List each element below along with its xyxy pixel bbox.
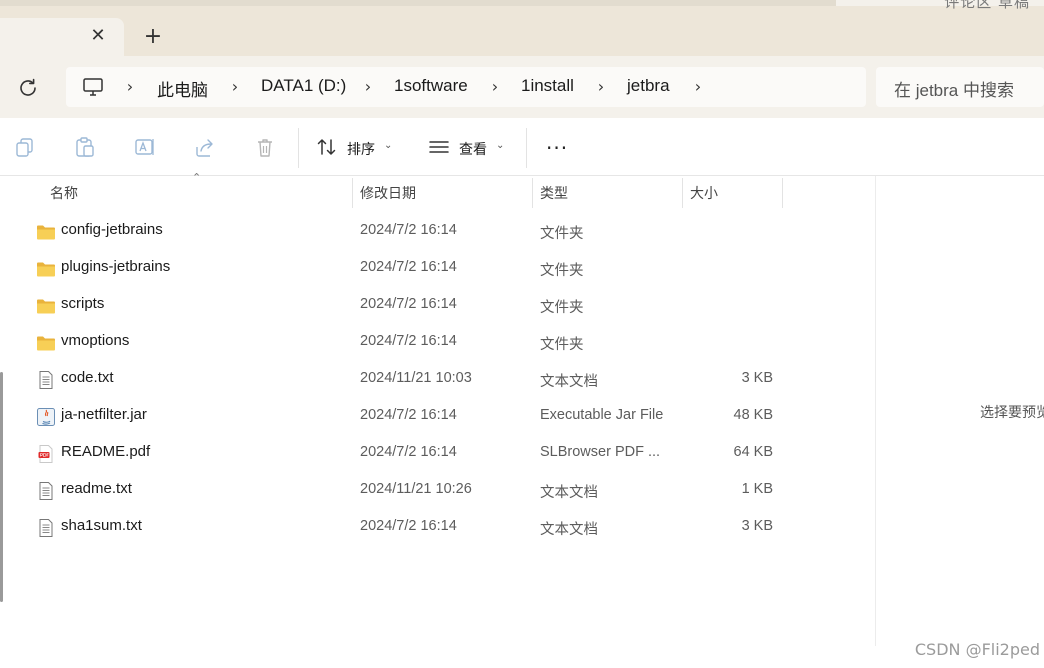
preview-pane-divider[interactable] xyxy=(875,176,876,646)
this-pc-icon[interactable] xyxy=(82,76,104,98)
file-type: Executable Jar File xyxy=(540,407,664,423)
breadcrumb-chevron-icon[interactable]: › xyxy=(362,77,374,96)
refresh-icon[interactable] xyxy=(16,76,40,100)
delete-icon[interactable] xyxy=(254,136,276,158)
file-explorer-window: 评论区 草稿 ✕ + › 此电脑 › DATA1 (D:) › 1softwar… xyxy=(0,0,1044,668)
list-item[interactable]: README.pdf 2024/7/2 16:14 SLBrowser PDF … xyxy=(30,435,790,472)
close-tab-icon[interactable]: ✕ xyxy=(88,26,108,46)
file-type: 文件夹 xyxy=(540,337,584,353)
file-modified: 2024/7/2 16:14 xyxy=(360,333,457,349)
breadcrumb-chevron-icon[interactable]: › xyxy=(595,77,607,96)
file-type: SLBrowser PDF ... xyxy=(540,444,661,460)
file-modified: 2024/7/2 16:14 xyxy=(360,518,457,534)
column-divider[interactable] xyxy=(782,178,783,208)
list-item[interactable]: ja-netfilter.jar 2024/7/2 16:14 Executab… xyxy=(30,398,790,435)
breadcrumb-this-pc[interactable]: 此电脑 xyxy=(157,76,208,101)
list-item[interactable]: vmoptions 2024/7/2 16:14 文件夹 xyxy=(30,324,790,361)
list-item[interactable]: scripts 2024/7/2 16:14 文件夹 xyxy=(30,287,790,324)
sort-ascending-icon: ⌃ xyxy=(192,171,202,184)
file-size: 64 KB xyxy=(733,444,774,460)
file-size: 48 KB xyxy=(733,407,774,423)
column-divider[interactable] xyxy=(682,178,683,208)
file-size: 1 KB xyxy=(741,481,773,497)
share-icon[interactable] xyxy=(194,136,216,158)
preview-placeholder: 选择要预览 xyxy=(980,405,1044,421)
breadcrumb-chevron-icon[interactable]: › xyxy=(489,77,501,96)
file-name[interactable]: sha1sum.txt xyxy=(61,517,142,534)
file-name[interactable]: readme.txt xyxy=(61,480,132,497)
view-icon[interactable] xyxy=(428,136,450,158)
file-name[interactable]: plugins-jetbrains xyxy=(61,258,170,275)
chevron-down-icon[interactable]: ⌄ xyxy=(496,140,504,151)
file-modified: 2024/7/2 16:14 xyxy=(360,444,457,460)
watermark: CSDN @Fli2ped xyxy=(914,640,1040,659)
file-name[interactable]: scripts xyxy=(61,295,104,312)
breadcrumb-data1-drive[interactable]: DATA1 (D:) xyxy=(261,76,346,96)
column-divider[interactable] xyxy=(352,178,353,208)
file-modified: 2024/11/21 10:03 xyxy=(360,370,472,386)
column-header-type[interactable]: 类型 xyxy=(540,183,568,203)
text-file-icon xyxy=(39,371,53,389)
file-size: 3 KB xyxy=(741,370,773,386)
folder-icon xyxy=(37,262,55,277)
file-name[interactable]: README.pdf xyxy=(61,443,150,460)
file-type: 文本文档 xyxy=(540,374,598,390)
file-name[interactable]: vmoptions xyxy=(61,332,129,349)
file-modified: 2024/7/2 16:14 xyxy=(360,407,457,423)
breadcrumb-jetbra[interactable]: jetbra xyxy=(627,76,670,96)
file-type: 文件夹 xyxy=(540,300,584,316)
file-size: 3 KB xyxy=(741,518,773,534)
command-bar xyxy=(0,118,1044,176)
file-modified: 2024/7/2 16:14 xyxy=(360,222,457,238)
background-window-strip: 评论区 草稿 xyxy=(836,0,1044,11)
search-placeholder: 在 jetbra 中搜索 xyxy=(894,81,1014,100)
folder-icon xyxy=(37,299,55,314)
sort-icon[interactable] xyxy=(316,136,338,158)
more-options-icon[interactable]: ··· xyxy=(546,138,568,158)
toolbar-divider xyxy=(526,128,527,168)
breadcrumb-chevron-icon[interactable]: › xyxy=(229,77,241,96)
column-header-size[interactable]: 大小 xyxy=(690,183,718,203)
breadcrumb-1software[interactable]: 1software xyxy=(394,76,468,96)
column-divider[interactable] xyxy=(532,178,533,208)
chevron-down-icon[interactable]: ⌄ xyxy=(384,140,392,151)
file-name[interactable]: config-jetbrains xyxy=(61,221,163,238)
file-type: 文本文档 xyxy=(540,485,598,501)
java-jar-icon xyxy=(37,408,55,426)
view-button[interactable]: 查看 xyxy=(459,139,487,159)
column-header-modified[interactable]: 修改日期 xyxy=(360,183,416,203)
toolbar-divider xyxy=(298,128,299,168)
text-file-icon xyxy=(39,482,53,500)
list-item[interactable]: code.txt 2024/11/21 10:03 文本文档 3 KB xyxy=(30,361,790,398)
copy-icon[interactable] xyxy=(14,136,36,158)
file-name[interactable]: code.txt xyxy=(61,369,114,386)
column-header-name[interactable]: 名称 xyxy=(50,183,78,203)
sort-button[interactable]: 排序 xyxy=(347,139,375,159)
file-type: 文件夹 xyxy=(540,226,584,242)
breadcrumb-chevron-icon[interactable]: › xyxy=(124,77,136,96)
rename-icon[interactable] xyxy=(134,136,156,158)
list-item[interactable]: readme.txt 2024/11/21 10:26 文本文档 1 KB xyxy=(30,472,790,509)
scrollbar[interactable] xyxy=(0,372,3,602)
file-modified: 2024/11/21 10:26 xyxy=(360,481,472,497)
paste-icon[interactable] xyxy=(74,136,96,158)
list-item[interactable]: config-jetbrains 2024/7/2 16:14 文件夹 xyxy=(30,213,790,250)
breadcrumb-1install[interactable]: 1install xyxy=(521,76,574,96)
new-tab-icon[interactable]: + xyxy=(141,25,165,49)
list-item[interactable]: sha1sum.txt 2024/7/2 16:14 文本文档 3 KB xyxy=(30,509,790,546)
file-type: 文本文档 xyxy=(540,522,598,538)
file-modified: 2024/7/2 16:14 xyxy=(360,296,457,312)
text-file-icon xyxy=(39,519,53,537)
file-type: 文件夹 xyxy=(540,263,584,279)
list-item[interactable]: plugins-jetbrains 2024/7/2 16:14 文件夹 xyxy=(30,250,790,287)
breadcrumb-chevron-icon[interactable]: › xyxy=(692,77,704,96)
folder-icon xyxy=(37,336,55,351)
background-window-text: 评论区 草稿 xyxy=(944,0,1030,11)
folder-icon xyxy=(37,225,55,240)
file-modified: 2024/7/2 16:14 xyxy=(360,259,457,275)
pdf-file-icon xyxy=(38,445,53,463)
file-name[interactable]: ja-netfilter.jar xyxy=(61,406,147,423)
